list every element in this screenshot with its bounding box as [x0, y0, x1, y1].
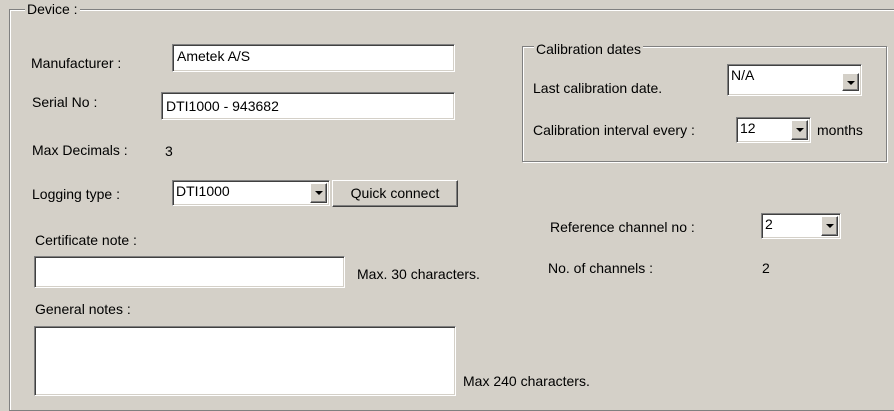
logging-type-value: DTI1000: [176, 183, 230, 199]
channel-count-label: No. of channels :: [548, 260, 654, 276]
general-notes-max-hint: Max 240 characters.: [463, 373, 590, 389]
calibration-interval-dropdown-button[interactable]: [791, 120, 808, 140]
device-group-legend: Device :: [25, 1, 80, 17]
logging-type-label: Logging type :: [32, 186, 120, 202]
calibration-interval-label: Calibration interval every :: [533, 122, 695, 138]
channel-count-value: 2: [762, 260, 770, 276]
reference-channel-value: 2: [765, 216, 773, 232]
max-decimals-value: 3: [165, 143, 173, 159]
chevron-down-icon: [315, 191, 323, 195]
reference-channel-label: Reference channel no :: [550, 219, 695, 235]
certificate-note-label: Certificate note :: [35, 232, 137, 248]
max-decimals-label: Max Decimals :: [32, 142, 128, 158]
reference-channel-combo[interactable]: 2: [761, 213, 841, 239]
certificate-note-field[interactable]: [34, 256, 345, 288]
logging-type-combo[interactable]: DTI1000: [172, 180, 330, 206]
serial-no-label: Serial No :: [32, 94, 98, 110]
last-calibration-date-dropdown-button[interactable]: [842, 73, 859, 91]
manufacturer-field[interactable]: Ametek A/S: [172, 44, 455, 72]
chevron-down-icon: [826, 224, 834, 228]
chevron-down-icon: [847, 81, 855, 85]
general-notes-textarea[interactable]: [34, 326, 456, 396]
calibration-interval-unit: months: [817, 122, 863, 138]
last-calibration-date-combo[interactable]: N/A: [727, 64, 862, 96]
quick-connect-button[interactable]: Quick connect: [332, 180, 458, 207]
calibration-interval-combo[interactable]: 12: [736, 117, 811, 143]
calibration-group-legend: Calibration dates: [534, 41, 644, 57]
general-notes-label: General notes :: [35, 301, 131, 317]
certificate-note-max-hint: Max. 30 characters.: [357, 266, 480, 282]
serial-no-field[interactable]: DTI1000 - 943682: [161, 92, 455, 120]
logging-type-dropdown-button[interactable]: [310, 183, 327, 203]
reference-channel-dropdown-button[interactable]: [821, 216, 838, 236]
last-calibration-date-label: Last calibration date.: [533, 80, 663, 96]
manufacturer-label: Manufacturer :: [31, 55, 122, 71]
chevron-down-icon: [796, 128, 804, 132]
last-calibration-date-value: N/A: [731, 67, 755, 83]
calibration-interval-value: 12: [740, 120, 756, 136]
